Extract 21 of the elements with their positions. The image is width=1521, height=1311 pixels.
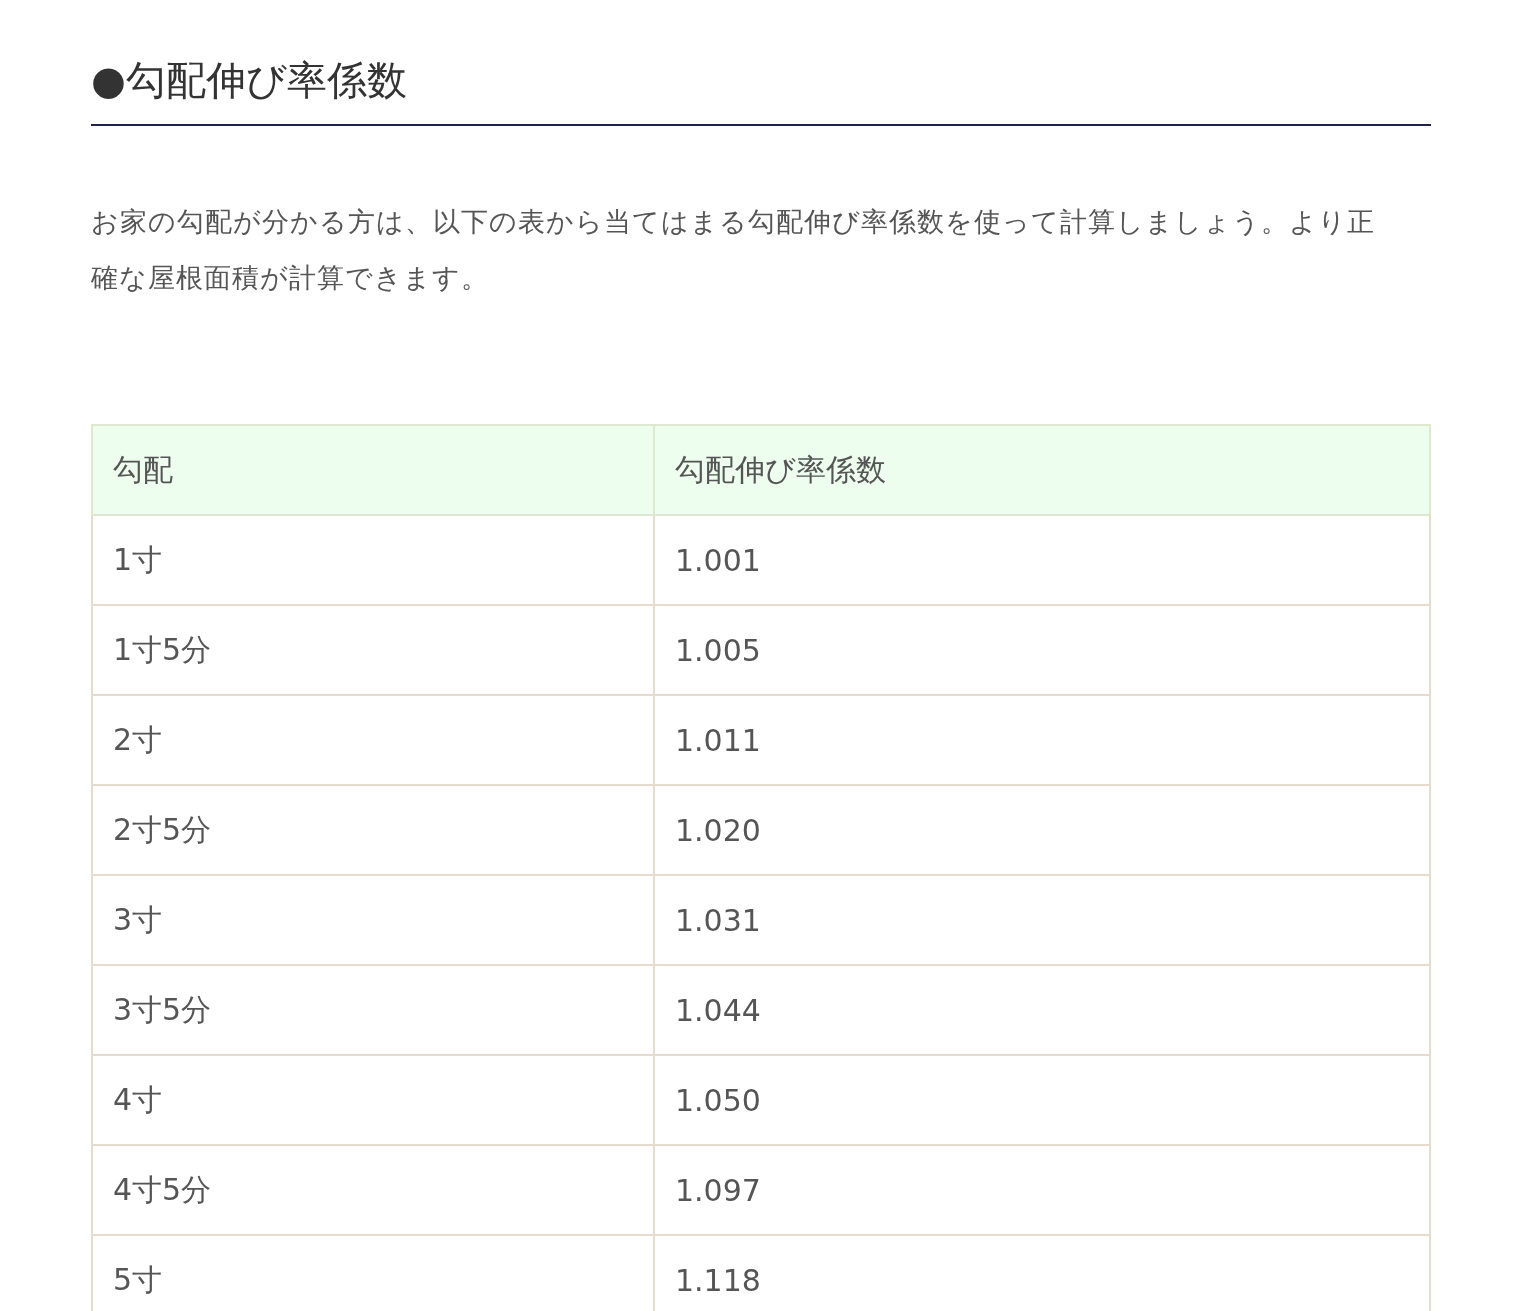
table-cell: 1.031 [654,875,1430,965]
column-header: 勾配 [92,425,654,515]
table-cell: 4寸 [92,1055,654,1145]
table-cell: 1.097 [654,1145,1430,1235]
column-header: 勾配伸び率係数 [654,425,1430,515]
section-heading: ●勾配伸び率係数 [91,50,1431,126]
table-cell: 2寸 [92,695,654,785]
table-cell: 1.005 [654,605,1430,695]
table-cell: 4寸5分 [92,1145,654,1235]
table-cell: 1.050 [654,1055,1430,1145]
table-cell: 1.011 [654,695,1430,785]
table-cell: 3寸5分 [92,965,654,1055]
table-cell: 1.001 [654,515,1430,605]
intro-paragraph: お家の勾配が分かる方は、以下の表から当てはまる勾配伸び率係数を使って計算しましょう。より正確な屋根面積が計算できます。 [91,205,1376,295]
table-cell: 3寸 [92,875,654,965]
table-cell: 1寸5分 [92,605,654,695]
table-cell: 1寸 [92,515,654,605]
table-cell: 1.044 [654,965,1430,1055]
table-cell: 1.020 [654,785,1430,875]
table-cell: 5寸 [92,1235,654,1311]
table-cell: 2寸5分 [92,785,654,875]
